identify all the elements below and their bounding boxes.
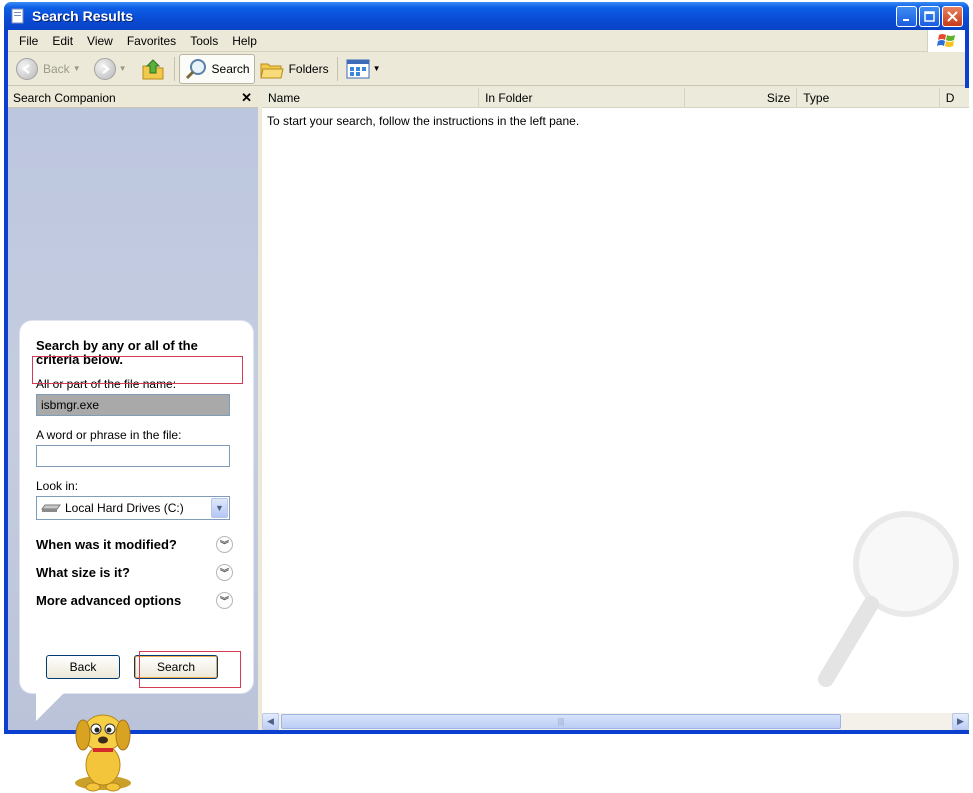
size-option[interactable]: What size is it? ︾ [36,558,237,586]
folders-toolbar-label: Folders [288,61,329,76]
size-option-label: What size is it? [36,564,130,580]
search-icon [185,58,206,79]
phrase-label: A word or phrase in the file: [36,428,182,442]
folders-icon [259,63,284,78]
back-nav-label: Back [43,61,70,76]
expand-chevron-icon[interactable]: ︾ [216,563,233,581]
forward-dropdown-icon[interactable]: ▼ [119,64,127,73]
windows-logo [927,30,965,52]
menu-tools[interactable]: Tools [183,34,225,48]
look-in-value: Local Hard Drives (C:) [65,501,184,515]
window-body: File Edit View Favorites Tools Help Back… [8,30,969,792]
rover-dog-icon [75,714,131,792]
results-message: To start your search, follow the instruc… [267,114,580,128]
scroll-right-arrow-icon[interactable]: ▶ [952,713,969,730]
up-folder-icon [142,58,164,79]
search-companion-pane: Search Companion ✕ Search by any or all … [8,88,258,792]
back-button[interactable]: Back [46,655,120,679]
forward-nav-button[interactable]: ▼ [90,54,136,84]
window-controls [896,6,963,27]
results-pane: Name In Folder Size Type D To start your… [262,88,969,730]
horizontal-scrollbar[interactable]: ◀ ||| ▶ [262,713,969,730]
window-title: Search Results [32,8,134,24]
look-in-select[interactable]: Local Hard Drives (C:) ▼ [36,496,230,520]
phrase-input[interactable] [36,445,230,467]
explorer-window: Search Results File Edit View Favorites … [4,2,969,792]
toolbar-separator [336,56,338,81]
maximize-button[interactable] [919,6,940,27]
column-in-folder[interactable]: In Folder [479,88,685,108]
modified-option-label: When was it modified? [36,536,177,552]
scrollbar-thumb[interactable]: ||| [281,714,841,729]
forward-arrow-icon [93,57,116,80]
menu-favorites[interactable]: Favorites [120,34,183,48]
folders-toolbar-button[interactable]: Folders [255,54,333,84]
search-toolbar-label: Search [211,61,250,76]
views-dropdown-icon[interactable]: ▼ [373,64,381,73]
results-column-headers: Name In Folder Size Type D [262,88,969,108]
up-folder-button[interactable] [136,54,170,84]
column-size[interactable]: Size [685,88,798,108]
back-arrow-icon [16,57,38,80]
menu-file[interactable]: File [12,34,45,48]
search-toolbar-button[interactable]: Search [178,53,255,84]
close-pane-icon[interactable]: ✕ [241,90,252,106]
title-bar[interactable]: Search Results [4,2,969,30]
column-type[interactable]: Type [797,88,940,108]
advanced-option[interactable]: More advanced options ︾ [36,586,237,614]
magnifier-watermark-icon [818,511,959,687]
close-icon [947,11,958,22]
search-companion-title: Search Companion [13,90,116,105]
views-button[interactable]: ▼ [342,54,390,84]
look-in-label: Look in: [36,479,79,493]
search-companion-header: Search Companion ✕ [8,88,258,108]
bubble-tail [36,691,66,721]
filename-input[interactable] [36,394,230,416]
expand-chevron-icon[interactable]: ︾ [216,591,233,609]
standard-toolbar: Back ▼ ▼ Search Folders ▼ [8,52,965,86]
minimize-icon [902,18,909,21]
menu-edit[interactable]: Edit [45,34,80,48]
windows-flag-icon [936,34,955,47]
chevron-down-icon[interactable]: ▼ [211,498,228,518]
views-icon [346,59,370,78]
menu-bar: File Edit View Favorites Tools Help [8,30,965,52]
toolbar-separator [173,56,175,81]
close-window-button[interactable] [942,6,963,27]
back-nav-button[interactable]: Back ▼ [12,54,90,84]
menu-help[interactable]: Help [225,34,264,48]
menu-view[interactable]: View [80,34,120,48]
advanced-option-label: More advanced options [36,592,182,608]
maximize-icon [924,11,935,22]
column-name[interactable]: Name [262,88,480,108]
modified-option[interactable]: When was it modified? ︾ [36,530,237,558]
expand-chevron-icon[interactable]: ︾ [216,535,233,553]
column-date[interactable]: D [940,88,969,108]
back-dropdown-icon[interactable]: ▼ [73,64,81,73]
search-window-icon [11,8,24,24]
filename-highlight-box [32,356,243,384]
scroll-left-arrow-icon[interactable]: ◀ [262,713,279,730]
search-button-highlight-box [139,651,241,688]
minimize-button[interactable] [896,6,917,27]
hard-drive-icon [41,504,61,512]
